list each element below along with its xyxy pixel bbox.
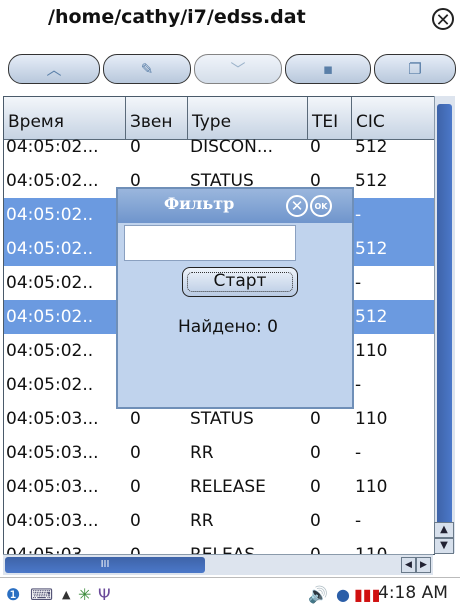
- copy-button[interactable]: ❐: [374, 54, 456, 84]
- chevron-up-icon: ︿: [46, 60, 62, 79]
- cell-time: 04:05:02..: [6, 341, 94, 361]
- cell-time: 04:05:02...: [6, 137, 99, 157]
- cell-cic: -: [355, 511, 362, 531]
- cell-cic: 512: [355, 171, 388, 191]
- dialog-ok-icon[interactable]: OK: [310, 195, 332, 217]
- table-row[interactable]: 04:05:03... 0 RELEAS... 0 110: [4, 538, 434, 555]
- battery-icon[interactable]: ▮▮▮: [354, 584, 380, 606]
- scroll-down-arrow-icon[interactable]: ▼: [434, 538, 454, 554]
- dialog-close-icon[interactable]: ✕: [286, 195, 308, 217]
- cell-type: RELEAS...: [190, 545, 272, 555]
- cell-time: 04:05:02..: [6, 307, 94, 327]
- cell-cic: -: [355, 375, 362, 395]
- scroll-up-arrow-icon[interactable]: ▲: [434, 522, 454, 538]
- chevron-down-icon: ﹀: [230, 60, 246, 79]
- cell-time: 04:05:03...: [6, 477, 99, 497]
- cell-cic: 512: [355, 137, 388, 157]
- cell-type: RR: [190, 443, 214, 463]
- sync-icon[interactable]: ●: [336, 584, 350, 606]
- up-button[interactable]: ︿: [8, 54, 100, 84]
- cell-cic: -: [355, 205, 362, 225]
- found-count: 0: [267, 317, 278, 337]
- dialog-title: Фильтр: [164, 194, 235, 213]
- cell-link: 0: [130, 477, 141, 497]
- scroll-left-arrow-icon[interactable]: ◀: [401, 557, 416, 573]
- keyboard-icon[interactable]: ⌨: [30, 584, 53, 606]
- filter-dialog: Фильтр ✕ OK Старт Найдено: 0: [116, 187, 354, 409]
- scroll-right-arrow-icon[interactable]: ▶: [416, 557, 431, 573]
- antenna-icon[interactable]: Ψ: [98, 584, 111, 606]
- cell-link: 0: [130, 545, 141, 555]
- save-icon: ▪: [322, 60, 334, 78]
- cell-link: 0: [130, 443, 141, 463]
- cell-type: DISCON...: [190, 137, 274, 157]
- cell-time: 04:05:02..: [6, 239, 94, 259]
- arrow-up-icon[interactable]: ▲: [62, 584, 70, 606]
- dialog-title-bar: Фильтр ✕ OK: [118, 189, 352, 223]
- cell-tei: 0: [310, 137, 321, 157]
- clock[interactable]: 4:18 AM: [378, 583, 448, 603]
- cell-time: 04:05:03...: [6, 545, 99, 555]
- down-button[interactable]: ﹀: [194, 54, 282, 84]
- speaker-icon[interactable]: 🔊: [308, 584, 328, 606]
- cell-cic: -: [355, 443, 362, 463]
- cell-cic: 512: [355, 239, 388, 259]
- close-icon[interactable]: ✕: [432, 8, 454, 31]
- window-title: /home/cathy/i7/edss.dat: [48, 6, 306, 28]
- cell-cic: 110: [355, 409, 388, 429]
- cell-time: 04:05:02..: [6, 273, 94, 293]
- cell-cic: 512: [355, 307, 388, 327]
- cell-time: 04:05:03...: [6, 443, 99, 463]
- cell-cic: 110: [355, 477, 388, 497]
- cell-tei: 0: [310, 511, 321, 531]
- horizontal-scroll-thumb[interactable]: III: [5, 557, 205, 573]
- vertical-scrollbar[interactable]: [434, 96, 455, 553]
- tools-button[interactable]: ✎: [103, 54, 191, 84]
- cell-type: RELEASE: [190, 477, 266, 497]
- cell-tei: 0: [310, 443, 321, 463]
- cell-time: 04:05:03...: [6, 409, 99, 429]
- cell-tei: 0: [310, 545, 321, 555]
- title-bar: /home/cathy/i7/edss.dat ✕: [0, 0, 460, 40]
- network-icon[interactable]: ✳: [78, 584, 91, 606]
- found-count-text: Найдено: 0: [178, 317, 278, 337]
- table-row[interactable]: 04:05:03... 0 RR 0 -: [4, 436, 434, 470]
- cell-time: 04:05:02..: [6, 205, 94, 225]
- start-button-focus-ring: [187, 272, 293, 292]
- copy-icon: ❐: [408, 60, 422, 78]
- found-label: Найдено:: [178, 317, 262, 337]
- start-menu-icon[interactable]: ❶: [6, 584, 20, 606]
- cell-link: 0: [130, 137, 141, 157]
- cell-time: 04:05:02...: [6, 171, 99, 191]
- wrench-icon: ✎: [140, 60, 154, 78]
- cell-time: 04:05:02..: [6, 375, 94, 395]
- filter-input[interactable]: [124, 225, 296, 261]
- taskbar: ❶ ⌨ ▲ ✳ Ψ 🔊 ● ▮▮▮ 4:18 AM: [0, 577, 460, 611]
- vertical-scroll-thumb[interactable]: [437, 104, 452, 544]
- toolbar: ︿ ✎ ﹀ ▪ ❐: [0, 40, 460, 88]
- cell-link: 0: [130, 511, 141, 531]
- table-row[interactable]: 04:05:03... 0 RELEASE 0 110: [4, 470, 434, 504]
- table-row[interactable]: 04:05:03... 0 RR 0 -: [4, 504, 434, 538]
- cell-type: RR: [190, 511, 214, 531]
- cell-cic: 110: [355, 341, 388, 361]
- horizontal-scrollbar[interactable]: III ◀ ▶: [3, 554, 433, 575]
- cell-cic: -: [355, 273, 362, 293]
- cell-tei: 0: [310, 477, 321, 497]
- table-row[interactable]: 04:05:02... 0 DISCON... 0 512: [4, 130, 434, 164]
- save-button[interactable]: ▪: [285, 54, 371, 84]
- cell-time: 04:05:03...: [6, 511, 99, 531]
- start-button[interactable]: Старт: [182, 267, 298, 297]
- cell-cic: 110: [355, 545, 388, 555]
